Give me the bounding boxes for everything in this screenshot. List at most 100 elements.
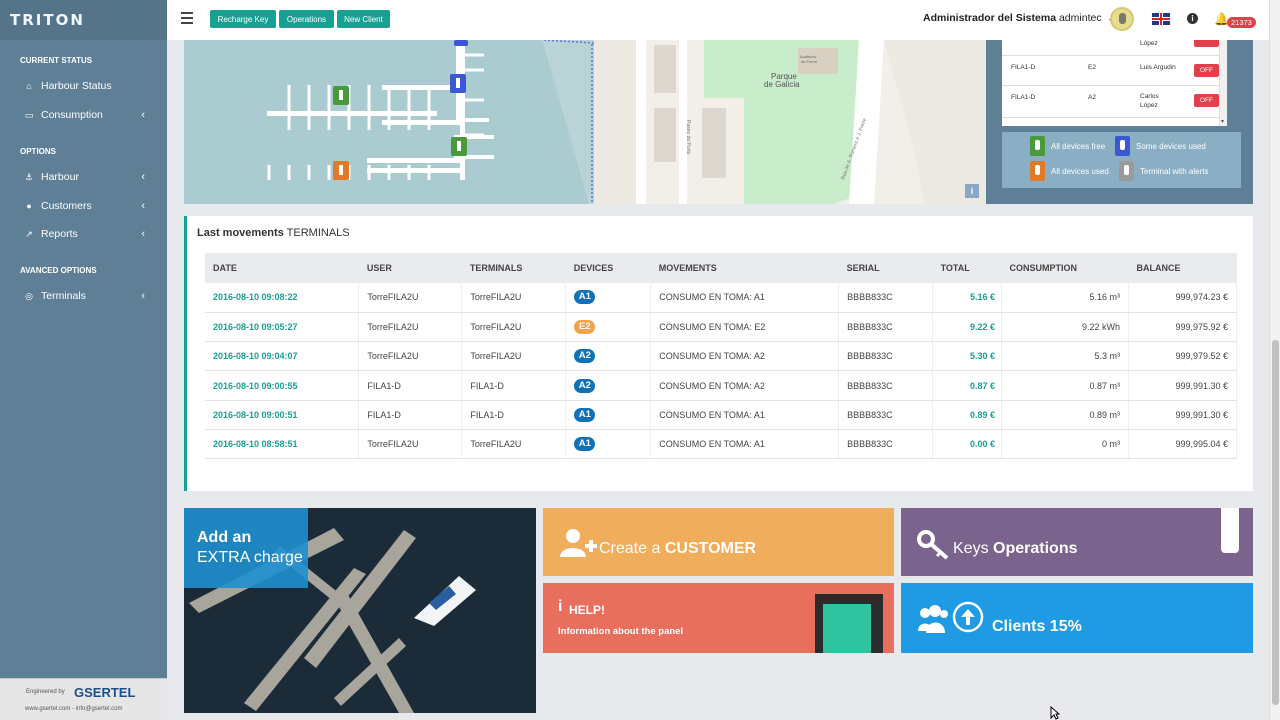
off-button[interactable]: OFF xyxy=(1194,94,1219,107)
harbour-map[interactable]: Parque de Galicia Auditorio de Ferrol Pa… xyxy=(184,40,986,204)
keys-operations-tile[interactable]: Keys Operations xyxy=(901,508,1253,576)
anchor-icon: ⚓ xyxy=(24,171,34,182)
user-menu[interactable]: Administrador del Sistema admintec ⌄ xyxy=(923,12,1114,24)
clients-label: Clients 15% xyxy=(992,618,1082,635)
date-cell: 2016-08-10 09:04:07 xyxy=(205,341,360,372)
terminal-list-scrollbar[interactable]: ▾ xyxy=(1219,40,1227,126)
terminal-row: López xyxy=(1002,40,1219,56)
gsertel-logo[interactable]: GSERTEL xyxy=(74,685,135,700)
device-badge: E2 xyxy=(574,319,596,334)
scroll-down-icon[interactable]: ▾ xyxy=(1221,118,1224,125)
column-header[interactable]: BALANCE xyxy=(1128,253,1237,283)
avatar[interactable] xyxy=(1110,7,1134,31)
consumption-cell: 5.16 m³ xyxy=(1001,283,1129,313)
section-current-status: CURRENT STATUS xyxy=(20,56,93,65)
mouse-cursor-icon xyxy=(1050,706,1060,720)
total-cell: 5.30 € xyxy=(932,341,1003,372)
sidebar-item-customers[interactable]: ● Customers ‹ xyxy=(0,195,167,217)
map-info-button[interactable]: i xyxy=(965,184,979,198)
device-cell: A2 xyxy=(565,370,652,401)
add-user-icon xyxy=(560,529,597,557)
help-title: HELP! xyxy=(569,603,605,617)
terminal-status-panel: López FILA1-D E2 Luis Argudin OFF FILA1-… xyxy=(986,40,1253,204)
date-cell: 2016-08-10 09:00:55 xyxy=(205,370,360,401)
column-header[interactable]: MOVEMENTS xyxy=(650,253,839,283)
clients-tile[interactable]: Clients 15% xyxy=(901,583,1253,653)
table-row[interactable]: 2016-08-10 09:08:22 TorreFILA2U TorreFILA2… xyxy=(205,283,1238,313)
device-cell: A1 xyxy=(565,283,652,313)
table-row[interactable]: 2016-08-10 08:58:51 TorreFILA2U TorreFILA2… xyxy=(205,429,1238,460)
new-client-button[interactable]: New Client xyxy=(337,10,390,28)
device-cell: A1 xyxy=(565,429,652,460)
target-icon: ◎ xyxy=(25,290,33,301)
recharge-key-button[interactable]: Recharge Key xyxy=(210,10,276,28)
engineered-by-label: Engineered by xyxy=(26,689,65,695)
balance-cell: 999,979.52 € xyxy=(1128,341,1238,372)
map-legend: All devices free Some devices used All d… xyxy=(1002,132,1241,188)
marker-orange-icon xyxy=(1030,161,1045,181)
column-header[interactable]: CONSUMPTION xyxy=(1001,253,1129,283)
column-header[interactable]: USER xyxy=(358,253,462,283)
movement-cell: CONSUMO EN TOMA: E2 xyxy=(650,312,840,343)
notification-badge: 21373 xyxy=(1227,17,1256,28)
marker-some[interactable] xyxy=(454,40,468,46)
table-row[interactable]: 2016-08-10 09:05:27 TorreFILA2U TorreFILA2… xyxy=(205,312,1238,343)
movement-cell: CONSUMO EN TOMA: A2 xyxy=(650,370,840,401)
uk-flag-icon[interactable] xyxy=(1152,13,1170,25)
marker-some[interactable] xyxy=(450,74,466,93)
sidebar-item-reports[interactable]: ↗ Reports ‹ xyxy=(0,223,167,245)
marker-all[interactable] xyxy=(333,161,349,180)
chart-icon: ↗ xyxy=(25,228,33,239)
legend-alerts: Terminal with alerts xyxy=(1119,161,1208,181)
device-badge: A1 xyxy=(574,290,596,305)
user-cell: TorreFILA2U xyxy=(358,429,463,460)
table-row[interactable]: 2016-08-10 09:00:51 FILA1-D FILA1-D A1 CONSU… xyxy=(205,400,1238,430)
sidebar-item-harbour-status[interactable]: ⌂ Harbour Status xyxy=(0,75,167,97)
create-customer-tile[interactable]: Create a CUSTOMER xyxy=(543,508,894,576)
tile-subtitle: EXTRA charge xyxy=(197,549,303,566)
device-badge: A2 xyxy=(574,349,596,364)
add-extra-charge-tile[interactable]: Add an EXTRA charge xyxy=(184,508,536,713)
scrollbar-thumb[interactable] xyxy=(1272,340,1279,705)
off-button[interactable] xyxy=(1194,40,1219,47)
column-header[interactable]: DEVICES xyxy=(565,253,651,283)
upload-circle-icon xyxy=(952,601,984,633)
users-icon: ● xyxy=(26,201,32,211)
column-header[interactable]: DATE xyxy=(205,253,359,283)
table-row[interactable]: 2016-08-10 09:00:55 FILA1-D FILA1-D A2 CONSU… xyxy=(205,370,1238,401)
chevron-left-icon: ‹ xyxy=(141,109,145,121)
terminal-list[interactable]: López FILA1-D E2 Luis Argudin OFF FILA1-… xyxy=(1002,40,1227,126)
device-cell: A1 xyxy=(565,400,652,430)
home-icon: ⌂ xyxy=(26,81,32,91)
sidebar-item-harbour[interactable]: ⚓ Harbour ‹ xyxy=(0,166,167,188)
serial-cell: BBBB833C xyxy=(838,370,934,401)
marker-free[interactable] xyxy=(333,86,349,105)
column-header[interactable]: SERIAL xyxy=(838,253,933,283)
consumption-cell: 9.22 kWh xyxy=(1001,312,1129,343)
brand-logo[interactable]: TRITON xyxy=(0,0,167,40)
terminal-cell: TorreFILA2U xyxy=(461,341,567,372)
sidebar-item-terminals[interactable]: ◎ Terminals ‹ xyxy=(0,285,167,307)
help-subtitle: Information about the panel xyxy=(558,626,684,637)
terminal-row: FILA1-D E2 Luis Argudin OFF xyxy=(1002,56,1219,86)
menu-toggle-icon[interactable] xyxy=(181,12,193,24)
total-cell: 0.89 € xyxy=(932,400,1003,430)
info-icon[interactable]: i xyxy=(1187,13,1198,24)
table-row[interactable]: 2016-08-10 09:04:07 TorreFILA2U TorreFILA2… xyxy=(205,341,1238,372)
table-header-row: DATE USER TERMINALS DEVICES MOVEMENTS SE… xyxy=(205,253,1237,283)
column-header[interactable]: TERMINALS xyxy=(461,253,566,283)
terminal-cell: FILA1-D xyxy=(461,400,567,430)
column-header[interactable]: TOTAL xyxy=(932,253,1002,283)
off-button[interactable]: OFF xyxy=(1194,64,1219,77)
panel-illustration xyxy=(815,594,883,653)
marker-gray-icon xyxy=(1119,161,1134,181)
operations-button[interactable]: Operations xyxy=(279,10,334,28)
gsertel-web-link[interactable]: www.gsertel.com - info@gsertel.com xyxy=(25,706,122,712)
user-cell: TorreFILA2U xyxy=(358,312,463,343)
help-tile[interactable]: i HELP! Information about the panel xyxy=(543,583,894,653)
marker-free[interactable] xyxy=(451,137,467,156)
serial-cell: BBBB833C xyxy=(838,283,934,313)
sidebar-item-consumption[interactable]: ▭ Consumption ‹ xyxy=(0,104,167,126)
page-scrollbar[interactable] xyxy=(1269,0,1280,720)
balance-cell: 999,991.30 € xyxy=(1128,370,1238,401)
